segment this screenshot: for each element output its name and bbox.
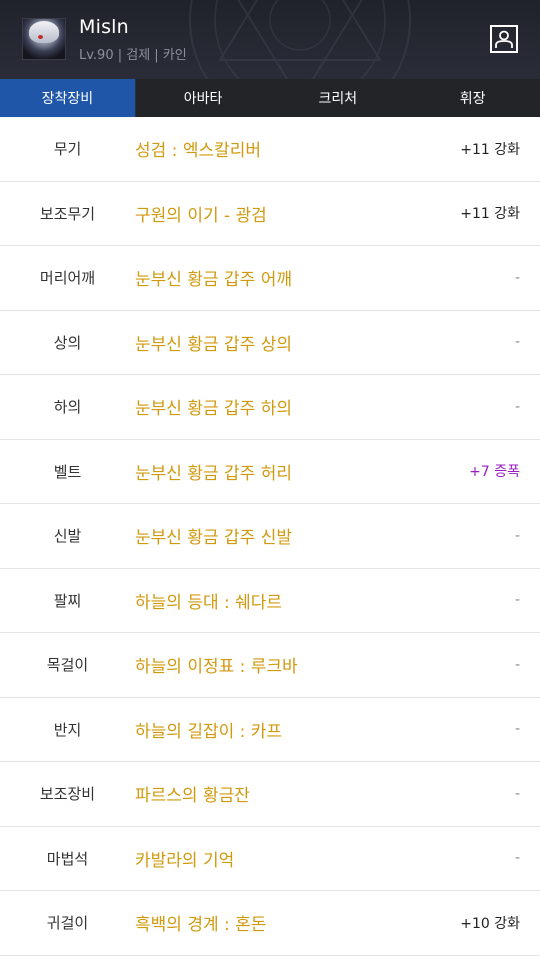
item-name: 구원의 이기 - 광검: [135, 205, 267, 226]
slot-label: 보조무기: [39, 204, 96, 223]
equipment-row[interactable]: 하의 눈부신 황금 갑주 하의 -: [0, 375, 540, 440]
upgrade-status: -: [514, 785, 520, 802]
equipment-row[interactable]: 팔찌 하늘의 등대 : 쉐다르 -: [0, 569, 540, 633]
upgrade-status: +10 강화: [460, 915, 520, 932]
equipment-row[interactable]: 무기 성검 : 엑스칼리버 +11 강화: [0, 117, 540, 182]
item-name: 카발라의 기억: [135, 850, 235, 871]
upgrade-status: -: [514, 334, 520, 351]
profile-button[interactable]: [490, 25, 518, 53]
item-name: 흑백의 경계 : 혼돈: [135, 915, 267, 936]
upgrade-status: -: [514, 269, 520, 286]
slot-label: 보조장비: [39, 785, 96, 804]
equipment-row[interactable]: 목걸이 하늘의 이정표 : 루크바 -: [0, 633, 540, 698]
equipment-row[interactable]: 벨트 눈부신 황금 갑주 허리 +7 증폭: [0, 440, 540, 504]
character-header: Misln Lv.90 | 검제 | 카인: [0, 0, 540, 79]
slot-label: 팔찌: [53, 591, 82, 610]
equipment-row[interactable]: 머리어깨 눈부신 황금 갑주 어깨 -: [0, 246, 540, 311]
upgrade-status: -: [514, 398, 520, 415]
item-name: 눈부신 황금 갑주 허리: [135, 463, 292, 484]
upgrade-status: -: [514, 592, 520, 609]
equipment-row[interactable]: 귀걸이 흑백의 경계 : 혼돈 +10 강화: [0, 891, 540, 956]
equipment-row[interactable]: 마법석 카발라의 기억 -: [0, 827, 540, 891]
profile-icon: [495, 30, 513, 48]
slot-label: 머리어깨: [39, 269, 96, 288]
slot-label: 마법석: [46, 849, 89, 868]
upgrade-status: +7 증폭: [469, 464, 520, 481]
equipment-list: 무기 성검 : 엑스칼리버 +11 강화 보조무기 구원의 이기 - 광검 +1…: [0, 117, 540, 956]
slot-label: 하의: [53, 398, 82, 417]
tab-bar: 장착장비 아바타 크리처 휘장: [0, 79, 540, 117]
slot-label: 귀걸이: [46, 914, 89, 933]
slot-label: 벨트: [53, 462, 82, 481]
upgrade-status: -: [514, 850, 520, 867]
tab-creature[interactable]: 크리처: [271, 79, 406, 117]
upgrade-status: -: [514, 527, 520, 544]
item-name: 성검 : 엑스칼리버: [135, 141, 262, 162]
item-name: 눈부신 황금 갑주 어깨: [135, 270, 292, 291]
emblem-background: [189, 0, 411, 79]
upgrade-status: -: [514, 721, 520, 738]
character-avatar[interactable]: [22, 18, 66, 60]
item-name: 파르스의 황금잔: [135, 786, 250, 807]
character-name: Misln: [79, 16, 129, 38]
item-name: 눈부신 황금 갑주 상의: [135, 334, 292, 355]
slot-label: 신발: [53, 527, 82, 546]
upgrade-status: -: [514, 656, 520, 673]
slot-label: 상의: [53, 333, 82, 352]
equipment-row[interactable]: 신발 눈부신 황금 갑주 신발 -: [0, 504, 540, 569]
item-name: 눈부신 황금 갑주 하의: [135, 399, 292, 420]
equipment-row[interactable]: 보조무기 구원의 이기 - 광검 +11 강화: [0, 182, 540, 246]
slot-label: 반지: [53, 720, 82, 739]
item-name: 하늘의 이정표 : 루크바: [135, 657, 298, 678]
slot-label: 무기: [53, 140, 82, 159]
item-name: 하늘의 등대 : 쉐다르: [135, 592, 283, 613]
tab-equipment[interactable]: 장착장비: [0, 79, 136, 117]
equipment-row[interactable]: 반지 하늘의 길잡이 : 카프 -: [0, 698, 540, 762]
avatar-eye: [38, 35, 43, 39]
character-info: Lv.90 | 검제 | 카인: [79, 48, 187, 63]
equipment-row[interactable]: 보조장비 파르스의 황금잔 -: [0, 762, 540, 827]
item-name: 하늘의 길잡이 : 카프: [135, 721, 283, 742]
avatar-hair: [29, 21, 59, 43]
tab-insignia[interactable]: 휘장: [405, 79, 540, 117]
slot-label: 목걸이: [46, 656, 89, 675]
tab-avatar[interactable]: 아바타: [136, 79, 271, 117]
upgrade-status: +11 강화: [460, 206, 520, 223]
item-name: 눈부신 황금 갑주 신발: [135, 528, 292, 549]
upgrade-status: +11 강화: [460, 141, 520, 158]
equipment-row[interactable]: 상의 눈부신 황금 갑주 상의 -: [0, 311, 540, 375]
